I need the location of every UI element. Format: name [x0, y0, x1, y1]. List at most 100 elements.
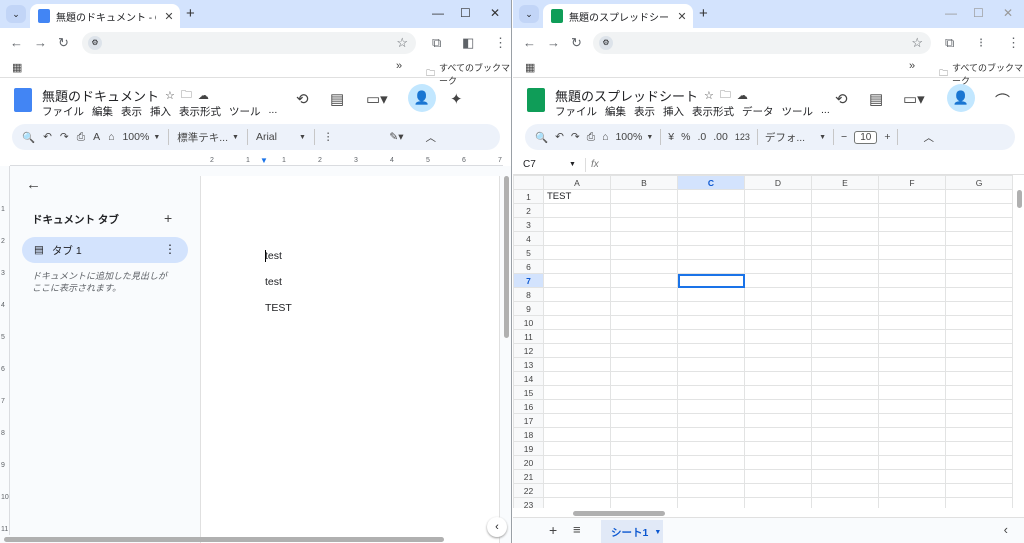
- row-header[interactable]: 11: [513, 329, 544, 344]
- back-arrow-icon[interactable]: ←: [26, 176, 41, 193]
- more-tools-icon[interactable]: ⋮: [323, 131, 334, 143]
- cell-b22[interactable]: [610, 483, 678, 498]
- cell-d1[interactable]: [744, 189, 812, 204]
- cell-a6[interactable]: [543, 259, 611, 274]
- cell-e3[interactable]: [811, 217, 879, 232]
- cell-f21[interactable]: [878, 469, 946, 484]
- cell-d17[interactable]: [744, 413, 812, 428]
- row-header[interactable]: 14: [513, 371, 544, 386]
- cell-g22[interactable]: [945, 483, 1013, 498]
- row-header[interactable]: 6: [513, 259, 544, 274]
- cell-b3[interactable]: [610, 217, 678, 232]
- cell-e18[interactable]: [811, 427, 879, 442]
- row-header[interactable]: 19: [513, 441, 544, 456]
- browser-tab-sheets[interactable]: 無題のスプレッドシート - Google ス ✕: [543, 4, 693, 28]
- vertical-scrollbar[interactable]: [1017, 190, 1022, 208]
- back-icon[interactable]: ←: [10, 35, 23, 50]
- cell-c19[interactable]: [677, 441, 745, 456]
- zoom-select[interactable]: 100% ▼: [122, 131, 160, 143]
- cell-a20[interactable]: [543, 455, 611, 470]
- cell-a8[interactable]: [543, 287, 611, 302]
- row-header[interactable]: 10: [513, 315, 544, 330]
- cell-g20[interactable]: [945, 455, 1013, 470]
- collapse-toolbar-icon[interactable]: ︿: [426, 130, 437, 145]
- cell-d8[interactable]: [744, 287, 812, 302]
- horizontal-scrollbar[interactable]: [573, 511, 665, 516]
- cell-e1[interactable]: [811, 189, 879, 204]
- row-header[interactable]: 12: [513, 343, 544, 358]
- forward-icon[interactable]: →: [34, 35, 47, 50]
- row-header[interactable]: 17: [513, 413, 544, 428]
- cell-c21[interactable]: [677, 469, 745, 484]
- cell-e14[interactable]: [811, 371, 879, 386]
- profile-icon[interactable]: ⁝: [979, 35, 983, 51]
- maximize-button[interactable]: ☐: [973, 6, 984, 20]
- menu-item[interactable]: ファイル: [42, 104, 84, 119]
- search-menus-icon[interactable]: 🔍: [535, 131, 548, 144]
- undo-icon[interactable]: ↶: [555, 131, 564, 143]
- menu-item[interactable]: 編集: [605, 104, 626, 119]
- cell-f7[interactable]: [878, 273, 946, 288]
- decrease-font-size-button[interactable]: −: [841, 131, 847, 143]
- cell-c5[interactable]: [677, 245, 745, 260]
- vertical-scrollbar[interactable]: [504, 176, 509, 338]
- row-header[interactable]: 15: [513, 385, 544, 400]
- cell-e21[interactable]: [811, 469, 879, 484]
- cell-c7[interactable]: [677, 273, 745, 288]
- menu-item[interactable]: ツール: [229, 104, 261, 119]
- cell-c10[interactable]: [677, 315, 745, 330]
- cell-e23[interactable]: [811, 497, 879, 508]
- cell-g5[interactable]: [945, 245, 1013, 260]
- cell-c23[interactable]: [677, 497, 745, 508]
- cell-e12[interactable]: [811, 343, 879, 358]
- cell-d11[interactable]: [744, 329, 812, 344]
- cell-a14[interactable]: [543, 371, 611, 386]
- cell-d4[interactable]: [744, 231, 812, 246]
- cell-e10[interactable]: [811, 315, 879, 330]
- cell-b23[interactable]: [610, 497, 678, 508]
- hide-menus-icon[interactable]: ⌒: [995, 90, 1010, 111]
- redo-icon[interactable]: ↷: [571, 131, 580, 143]
- apps-grid-icon[interactable]: ▦: [12, 61, 22, 74]
- cell-a7[interactable]: [543, 273, 611, 288]
- close-tab-icon[interactable]: ✕: [675, 10, 689, 23]
- cell-c16[interactable]: [677, 399, 745, 414]
- cell-g14[interactable]: [945, 371, 1013, 386]
- cell-b9[interactable]: [610, 301, 678, 316]
- row-header[interactable]: 16: [513, 399, 544, 414]
- bookmark-star-icon[interactable]: ☆: [396, 35, 408, 51]
- cell-g16[interactable]: [945, 399, 1013, 414]
- cell-f11[interactable]: [878, 329, 946, 344]
- row-header[interactable]: 7: [513, 273, 544, 288]
- comments-icon[interactable]: ▤: [869, 90, 883, 108]
- cell-c15[interactable]: [677, 385, 745, 400]
- sidebar-item-tab1[interactable]: ▤ タブ 1 ⋮: [22, 237, 188, 263]
- cell-g15[interactable]: [945, 385, 1013, 400]
- cell-e8[interactable]: [811, 287, 879, 302]
- zoom-select[interactable]: 100% ▼: [615, 131, 653, 143]
- cell-f2[interactable]: [878, 203, 946, 218]
- sheet-tab[interactable]: シート1 ▼: [601, 520, 663, 543]
- cell-e11[interactable]: [811, 329, 879, 344]
- menu-item[interactable]: 挿入: [150, 104, 171, 119]
- document-paragraph[interactable]: TEST: [265, 302, 292, 314]
- row-header[interactable]: 5: [513, 245, 544, 260]
- cell-f13[interactable]: [878, 357, 946, 372]
- cell-f4[interactable]: [878, 231, 946, 246]
- maximize-button[interactable]: ☐: [460, 6, 471, 20]
- cell-a10[interactable]: [543, 315, 611, 330]
- cell-e7[interactable]: [811, 273, 879, 288]
- new-tab-button[interactable]: +: [699, 5, 708, 22]
- cell-d14[interactable]: [744, 371, 812, 386]
- search-menus-icon[interactable]: 🔍: [22, 131, 35, 144]
- cell-a15[interactable]: [543, 385, 611, 400]
- cell-b15[interactable]: [610, 385, 678, 400]
- cloud-status-icon[interactable]: ☁: [737, 89, 748, 102]
- increase-font-size-button[interactable]: +: [884, 131, 890, 143]
- cell-b17[interactable]: [610, 413, 678, 428]
- cell-b20[interactable]: [610, 455, 678, 470]
- address-bar[interactable]: ⚙ ☆: [593, 32, 931, 54]
- cell-g1[interactable]: [945, 189, 1013, 204]
- menu-item[interactable]: ...: [269, 104, 278, 119]
- add-sheet-button[interactable]: +: [549, 522, 557, 538]
